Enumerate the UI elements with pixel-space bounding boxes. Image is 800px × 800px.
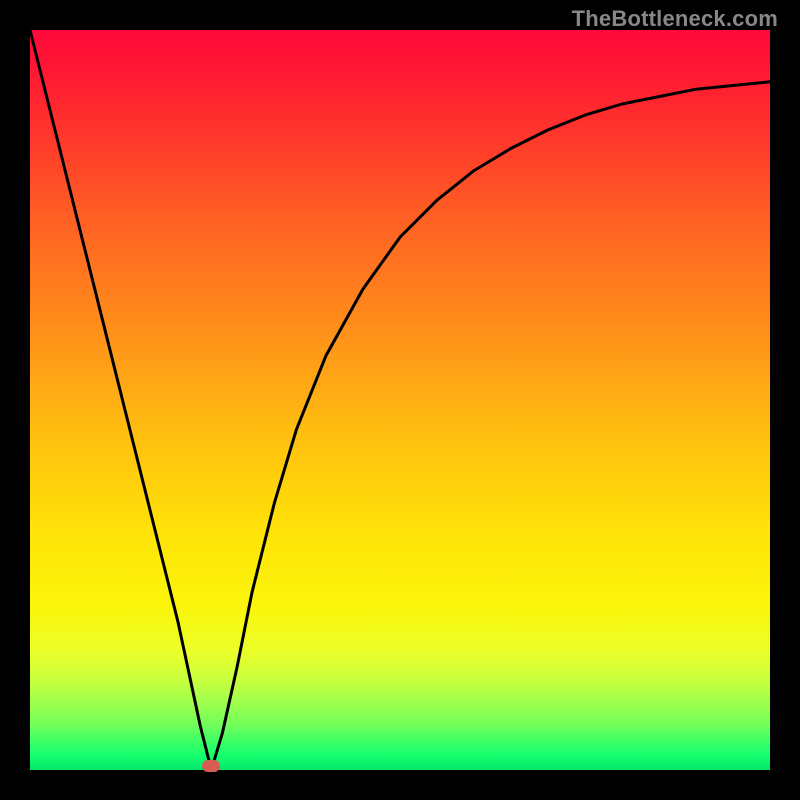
curve-layer [30, 30, 770, 770]
min-point-marker [202, 760, 220, 772]
chart-frame: TheBottleneck.com [0, 0, 800, 800]
bottleneck-curve [30, 30, 770, 770]
watermark-text: TheBottleneck.com [572, 6, 778, 32]
